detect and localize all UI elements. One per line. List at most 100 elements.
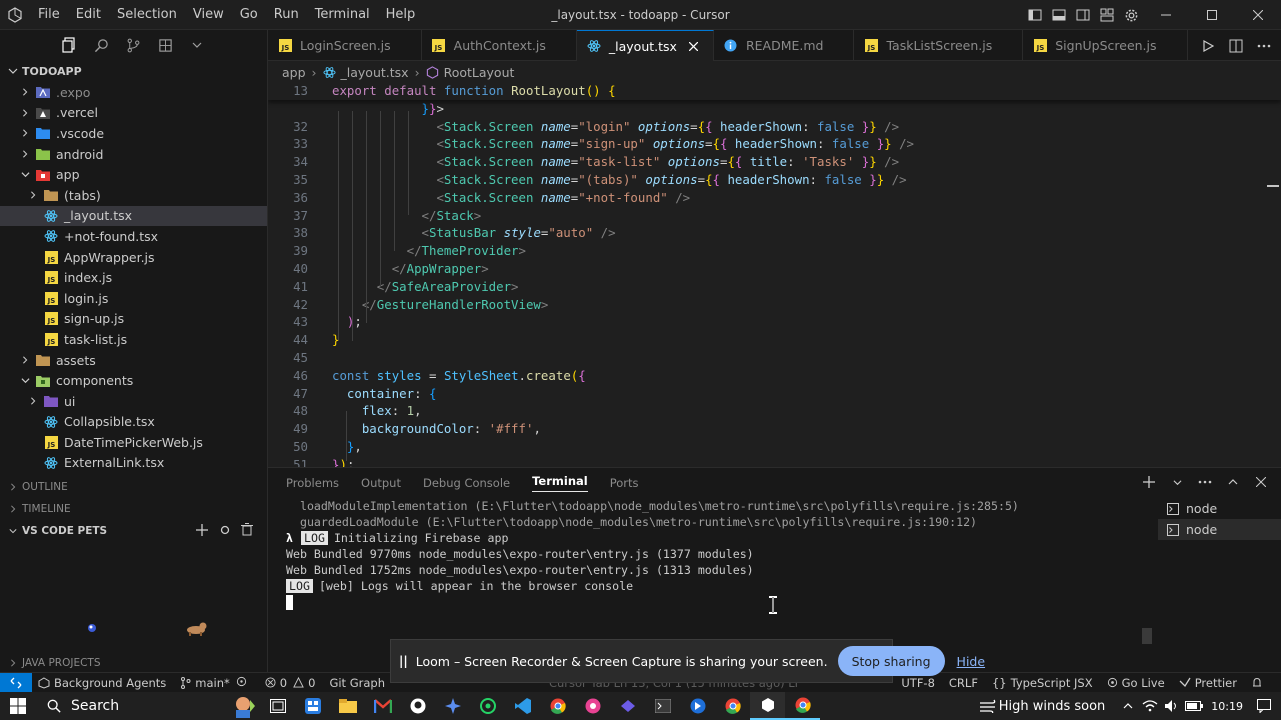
files-icon[interactable] [60,36,78,54]
pink-app-icon[interactable] [575,692,610,720]
menu-item-help[interactable]: Help [378,0,424,30]
background-agents-status[interactable]: Background Agents [38,676,166,690]
tab-tasklistscreen-js[interactable]: JS TaskListScreen.js [854,30,1024,61]
terminal-scrollbar-thumb[interactable] [1142,628,1152,644]
more-actions-icon[interactable] [1253,35,1275,57]
run-icon[interactable] [1197,35,1219,57]
file-item[interactable]: +not-found.tsx [0,226,267,247]
widgets-icon[interactable] [295,692,330,720]
file-item[interactable]: JS task-list.js [0,329,267,350]
search-icon[interactable] [92,36,110,54]
task-view-icon[interactable] [260,692,295,720]
notifications-icon[interactable] [1251,677,1267,689]
wifi-icon[interactable] [1139,692,1161,720]
add-pet-icon[interactable] [196,524,208,539]
file-item[interactable]: JS sign-up.js [0,309,267,330]
toggle-panel-icon[interactable] [1047,0,1071,30]
close-window-button[interactable] [1235,0,1281,30]
pets-section-header[interactable]: VS CODE PETS [0,520,268,542]
terminal-app-icon[interactable] [645,692,680,720]
chevron-up-icon[interactable] [1225,474,1241,490]
file-item[interactable]: JS AppWrapper.js [0,247,267,268]
tab-authcontext-js[interactable]: JS AuthContext.js [422,30,577,61]
menu-item-terminal[interactable]: Terminal [307,0,378,30]
breadcrumb-symbol[interactable]: RootLayout [444,65,515,80]
split-editor-icon[interactable] [1225,35,1247,57]
windows-start-icon[interactable] [0,692,35,720]
chrome-active-icon[interactable] [785,692,820,720]
whatsapp-icon[interactable] [470,692,505,720]
new-terminal-icon[interactable] [1141,474,1157,490]
menu-item-edit[interactable]: Edit [68,0,109,30]
hide-link[interactable]: Hide [957,654,986,669]
scrollbar-thumb[interactable] [1267,185,1279,187]
chrome-profile-icon[interactable] [715,692,750,720]
menu-item-run[interactable]: Run [266,0,307,30]
folder-item[interactable]: components [0,370,267,391]
volume-icon[interactable] [1161,692,1183,720]
blue-app-icon[interactable] [680,692,715,720]
notification-center-icon[interactable] [1253,692,1275,720]
tab-loginscreen-js[interactable]: JS LoginScreen.js [268,30,422,61]
pet-ball-icon[interactable] [220,525,230,538]
folder-item[interactable]: assets [0,350,267,371]
clock-time[interactable]: 10:19 [1211,700,1243,713]
go-live-status[interactable]: Go Live [1107,676,1165,690]
chevron-up-icon[interactable] [1117,692,1139,720]
sparkle-app-icon[interactable] [435,692,470,720]
gmail-icon[interactable] [365,692,400,720]
breadcrumb-file[interactable]: _layout.tsx [341,65,409,80]
folder-item[interactable]: (tabs) [0,185,267,206]
java-projects-section-header[interactable]: JAVA PROJECTS [0,652,268,674]
branch-status[interactable]: main* [180,676,250,690]
toggle-sidebar-icon[interactable] [1023,0,1047,30]
chrome-icon[interactable] [540,692,575,720]
chevron-down-icon[interactable] [188,36,206,54]
more-actions-icon[interactable] [1197,474,1213,490]
copilot-avatar-icon[interactable] [225,692,260,720]
panel-tab-output[interactable]: Output [361,476,401,490]
source-control-icon[interactable] [124,36,142,54]
cursor-app-icon[interactable] [750,692,785,720]
close-icon[interactable] [687,41,701,51]
tab--layout-tsx[interactable]: _layout.tsx [576,30,714,61]
terminal-instance[interactable]: node [1158,498,1281,519]
git-graph-status[interactable]: Git Graph [329,676,385,690]
breadcrumb-folder[interactable]: app [282,65,306,80]
timeline-section-header[interactable]: TIMELINE [0,498,268,520]
language-status[interactable]: {} TypeScript JSX [992,676,1093,690]
file-item[interactable]: Collapsible.tsx [0,412,267,433]
file-item[interactable]: JS DateTimePickerWeb.js [0,432,267,453]
problems-status[interactable]: 00 [265,676,315,690]
eol-status[interactable]: CRLF [949,676,978,690]
file-item[interactable]: _layout.tsx [0,205,267,227]
toggle-secondary-sidebar-icon[interactable] [1071,0,1095,30]
pause-icon[interactable]: || [399,654,408,668]
folder-item[interactable]: app [0,164,267,185]
folder-item[interactable]: .expo [0,82,267,103]
remote-indicator-icon[interactable] [0,672,32,693]
extensions-icon[interactable] [156,36,174,54]
menu-item-selection[interactable]: Selection [109,0,185,30]
file-item[interactable]: JS index.js [0,267,267,288]
folder-item[interactable]: .vscode [0,123,267,144]
panel-tab-ports[interactable]: Ports [610,476,639,490]
battery-icon[interactable] [1183,692,1205,720]
vscode-icon[interactable] [505,692,540,720]
menu-item-go[interactable]: Go [232,0,266,30]
gear-icon[interactable] [1119,0,1143,30]
panel-tab-terminal[interactable]: Terminal [532,474,588,492]
menu-item-view[interactable]: View [185,0,232,30]
file-explorer-icon[interactable] [330,692,365,720]
code-editor[interactable]: }}> 32 <Stack.Screen name="login" options… [268,83,1281,467]
close-icon[interactable] [1253,474,1269,490]
explorer-root-header[interactable]: TODOAPP [0,60,267,82]
trash-icon[interactable] [241,523,253,539]
terminal-instance[interactable]: node [1158,519,1281,540]
encoding-status[interactable]: UTF-8 [901,676,935,690]
menu-item-file[interactable]: File [30,0,68,30]
minimize-button[interactable] [1143,0,1189,30]
customize-layout-icon[interactable] [1095,0,1119,30]
github-icon[interactable] [400,692,435,720]
stop-sharing-button[interactable]: Stop sharing [837,646,945,676]
